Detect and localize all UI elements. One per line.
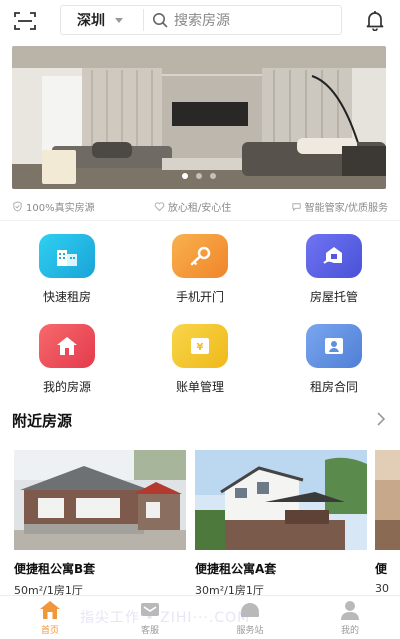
guarantee-item: 100%真实房源 bbox=[12, 199, 95, 214]
chevron-right-icon[interactable] bbox=[376, 412, 386, 426]
search-input[interactable]: 搜索房源 bbox=[174, 10, 230, 30]
listing-title: 便 bbox=[375, 562, 388, 576]
tab-station[interactable]: 服务站 bbox=[200, 596, 300, 639]
feature-label: 租房合同 bbox=[309, 380, 358, 394]
listing-detail: 30m²/1房1厅 bbox=[195, 584, 264, 595]
banner-image bbox=[12, 46, 386, 189]
tab-home[interactable]: 首页 bbox=[0, 596, 100, 639]
guarantee-label: 100%真实房源 bbox=[26, 202, 95, 214]
heart-icon bbox=[154, 201, 165, 211]
feature-quick-rent[interactable]: 快速租房 bbox=[7, 234, 127, 305]
banner-carousel[interactable] bbox=[12, 46, 386, 189]
nearby-section-title: 附近房源 bbox=[12, 412, 73, 430]
tab-label: 客服 bbox=[140, 625, 159, 636]
feature-my-listings[interactable]: 我的房源 bbox=[7, 324, 127, 395]
house-hand-icon bbox=[306, 234, 362, 278]
feature-label: 房屋托管 bbox=[309, 290, 358, 304]
search-bar[interactable]: 深圳 搜索房源 bbox=[60, 5, 342, 35]
building-icon bbox=[39, 234, 95, 278]
listing-image bbox=[14, 450, 186, 550]
listing-detail: 30 bbox=[375, 582, 389, 595]
nearby-listing-carousel[interactable]: 便捷租公寓B套 50m²/1房1厅 便捷租公寓A套 30m²/1房1厅 便 30 bbox=[14, 450, 400, 595]
feature-label: 账单管理 bbox=[175, 380, 224, 394]
guarantee-label: 放心租/安心住 bbox=[167, 202, 232, 214]
listing-image bbox=[375, 450, 400, 550]
chat-bubble-icon bbox=[292, 202, 301, 211]
tab-service[interactable]: 客服 bbox=[100, 596, 200, 639]
scan-icon[interactable] bbox=[14, 11, 36, 31]
section-divider bbox=[0, 220, 400, 221]
bottom-tab-bar: 首页 客服 服务站 我的 bbox=[0, 595, 400, 639]
carousel-dot[interactable] bbox=[182, 173, 188, 179]
carousel-dot[interactable] bbox=[196, 173, 202, 179]
guarantee-item: 智能管家/优质服务 bbox=[291, 199, 388, 214]
feature-label: 手机开门 bbox=[175, 290, 224, 304]
city-selector[interactable]: 深圳 bbox=[77, 10, 105, 30]
tab-label: 服务站 bbox=[236, 625, 264, 636]
bill-icon: ¥ bbox=[172, 324, 228, 368]
carousel-dot[interactable] bbox=[210, 173, 216, 179]
search-divider bbox=[143, 9, 144, 31]
chevron-down-icon[interactable] bbox=[115, 17, 123, 23]
search-icon bbox=[153, 13, 168, 28]
contract-icon bbox=[306, 324, 362, 368]
feature-property-custody[interactable]: 房屋托管 bbox=[274, 234, 394, 305]
tab-profile[interactable]: 我的 bbox=[300, 596, 400, 639]
feature-label: 快速租房 bbox=[42, 290, 91, 304]
service-tab-icon bbox=[141, 602, 159, 616]
feature-bill-management[interactable]: ¥ 账单管理 bbox=[140, 324, 260, 395]
station-tab-icon bbox=[241, 602, 259, 617]
listing-card[interactable]: 便捷租公寓B套 50m²/1房1厅 bbox=[14, 450, 186, 595]
listing-title: 便捷租公寓B套 bbox=[14, 562, 96, 576]
listing-title: 便捷租公寓A套 bbox=[195, 562, 277, 576]
tab-label: 首页 bbox=[40, 625, 59, 636]
tab-label: 我的 bbox=[340, 625, 359, 636]
key-icon bbox=[172, 234, 228, 278]
home-icon bbox=[39, 324, 95, 368]
home-tab-icon bbox=[40, 600, 60, 619]
bell-icon[interactable] bbox=[364, 9, 386, 31]
carousel-indicator bbox=[12, 173, 386, 179]
listing-card[interactable]: 便捷租公寓A套 30m²/1房1厅 bbox=[195, 450, 367, 595]
listing-card[interactable]: 便 30 bbox=[375, 450, 400, 595]
shield-check-icon bbox=[13, 200, 22, 212]
listing-detail: 50m²/1房1厅 bbox=[14, 584, 83, 595]
feature-label: 我的房源 bbox=[42, 380, 91, 394]
feature-rental-contract[interactable]: 租房合同 bbox=[274, 324, 394, 395]
guarantee-strip: 100%真实房源 放心租/安心住 智能管家/优质服务 bbox=[12, 197, 388, 215]
svg-text:¥: ¥ bbox=[197, 342, 204, 353]
feature-phone-unlock[interactable]: 手机开门 bbox=[140, 234, 260, 305]
profile-tab-icon bbox=[341, 600, 359, 620]
guarantee-item: 放心租/安心住 bbox=[154, 199, 231, 214]
listing-image bbox=[195, 450, 367, 550]
guarantee-label: 智能管家/优质服务 bbox=[304, 202, 388, 214]
top-bar: 深圳 搜索房源 bbox=[0, 0, 400, 42]
